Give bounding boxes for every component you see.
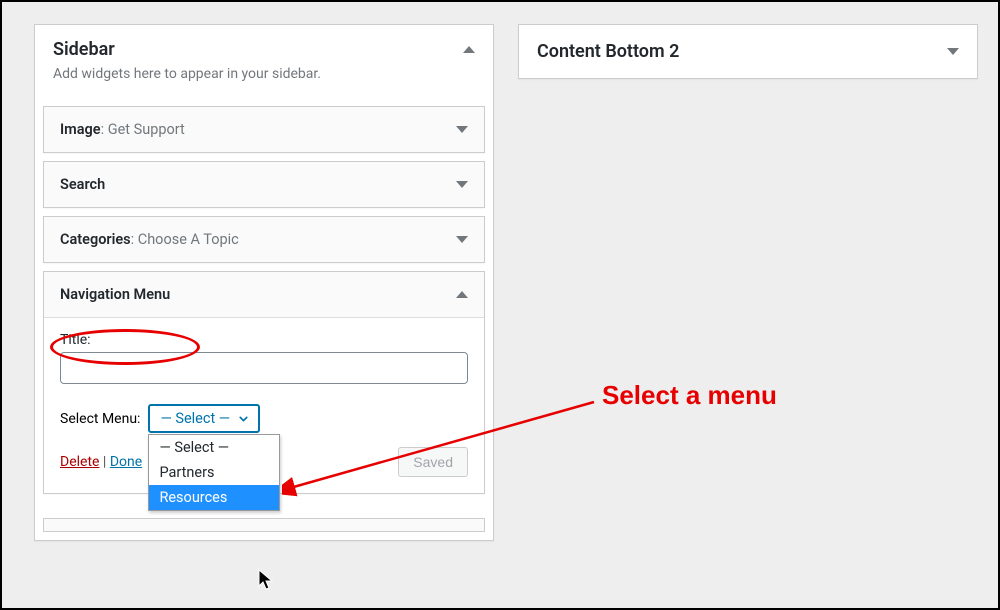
- widget-categories-title: CategoriesChoose A Topic: [60, 231, 239, 248]
- widget-stub: [43, 518, 485, 532]
- sidebar-column: Sidebar Add widgets here to appear in yo…: [34, 24, 494, 541]
- widget-categories-header[interactable]: CategoriesChoose A Topic: [44, 217, 484, 262]
- delete-link[interactable]: Delete: [60, 454, 99, 470]
- select-menu-wrap: — Select — — Select — Partners Resources: [148, 404, 260, 433]
- widget-search: Search: [43, 161, 485, 208]
- select-menu-dropdown[interactable]: — Select —: [148, 404, 260, 433]
- chevron-down-icon: [456, 181, 468, 188]
- widget-categories: CategoriesChoose A Topic: [43, 216, 485, 263]
- chevron-down-icon: [237, 412, 250, 425]
- widget-navmenu-title: Navigation Menu: [60, 286, 170, 303]
- chevron-up-icon: [456, 291, 468, 298]
- collapse-up-icon: [463, 46, 475, 53]
- select-menu-row: Select Menu: — Select — — Select —: [60, 404, 468, 433]
- annotation-text: Select a menu: [602, 380, 777, 411]
- content-bottom-2-column: Content Bottom 2: [518, 24, 978, 79]
- option-partners[interactable]: Partners: [149, 460, 279, 485]
- widget-subtitle: Choose A Topic: [131, 231, 239, 248]
- widget-name: Image: [60, 121, 101, 138]
- content-bottom-2-panel[interactable]: Content Bottom 2: [518, 24, 978, 79]
- widget-navmenu-body: Title: Select Menu: — Select —: [44, 317, 484, 493]
- title-field-label: Title:: [60, 332, 468, 348]
- option-placeholder[interactable]: — Select —: [149, 435, 279, 460]
- widget-list: ImageGet Support Search CategoriesChoose: [35, 106, 493, 510]
- widget-image: ImageGet Support: [43, 106, 485, 153]
- widget-subtitle: Get Support: [101, 121, 185, 138]
- title-input[interactable]: [60, 352, 468, 384]
- select-menu-options: — Select — Partners Resources: [148, 434, 280, 511]
- done-link[interactable]: Done: [110, 454, 142, 470]
- sidebar-panel-header[interactable]: Sidebar: [35, 25, 493, 66]
- select-menu-selected-value: — Select —: [160, 410, 230, 427]
- option-resources[interactable]: Resources: [149, 485, 279, 510]
- chevron-down-icon: [947, 48, 959, 55]
- link-separator: |: [99, 454, 109, 470]
- content-bottom-2-title: Content Bottom 2: [537, 41, 679, 62]
- select-menu-label: Select Menu:: [60, 411, 140, 427]
- chevron-down-icon: [456, 236, 468, 243]
- widget-navigation-menu: Navigation Menu Title: Select Menu: — Se…: [43, 271, 485, 494]
- sidebar-panel-title: Sidebar: [53, 39, 115, 60]
- sidebar-panel-description: Add widgets here to appear in your sideb…: [35, 66, 493, 98]
- widget-action-links: Delete | Done: [60, 454, 142, 470]
- widget-image-title: ImageGet Support: [60, 121, 185, 138]
- widget-search-title: Search: [60, 176, 105, 193]
- app-frame: Sidebar Add widgets here to appear in yo…: [0, 0, 1000, 610]
- sidebar-panel: Sidebar Add widgets here to appear in yo…: [34, 24, 494, 541]
- widget-navmenu-header[interactable]: Navigation Menu: [44, 272, 484, 317]
- cursor-icon: [258, 569, 276, 591]
- chevron-down-icon: [456, 126, 468, 133]
- saved-button: Saved: [398, 447, 468, 477]
- widget-search-header[interactable]: Search: [44, 162, 484, 207]
- widget-name: Categories: [60, 231, 131, 248]
- widget-image-header[interactable]: ImageGet Support: [44, 107, 484, 152]
